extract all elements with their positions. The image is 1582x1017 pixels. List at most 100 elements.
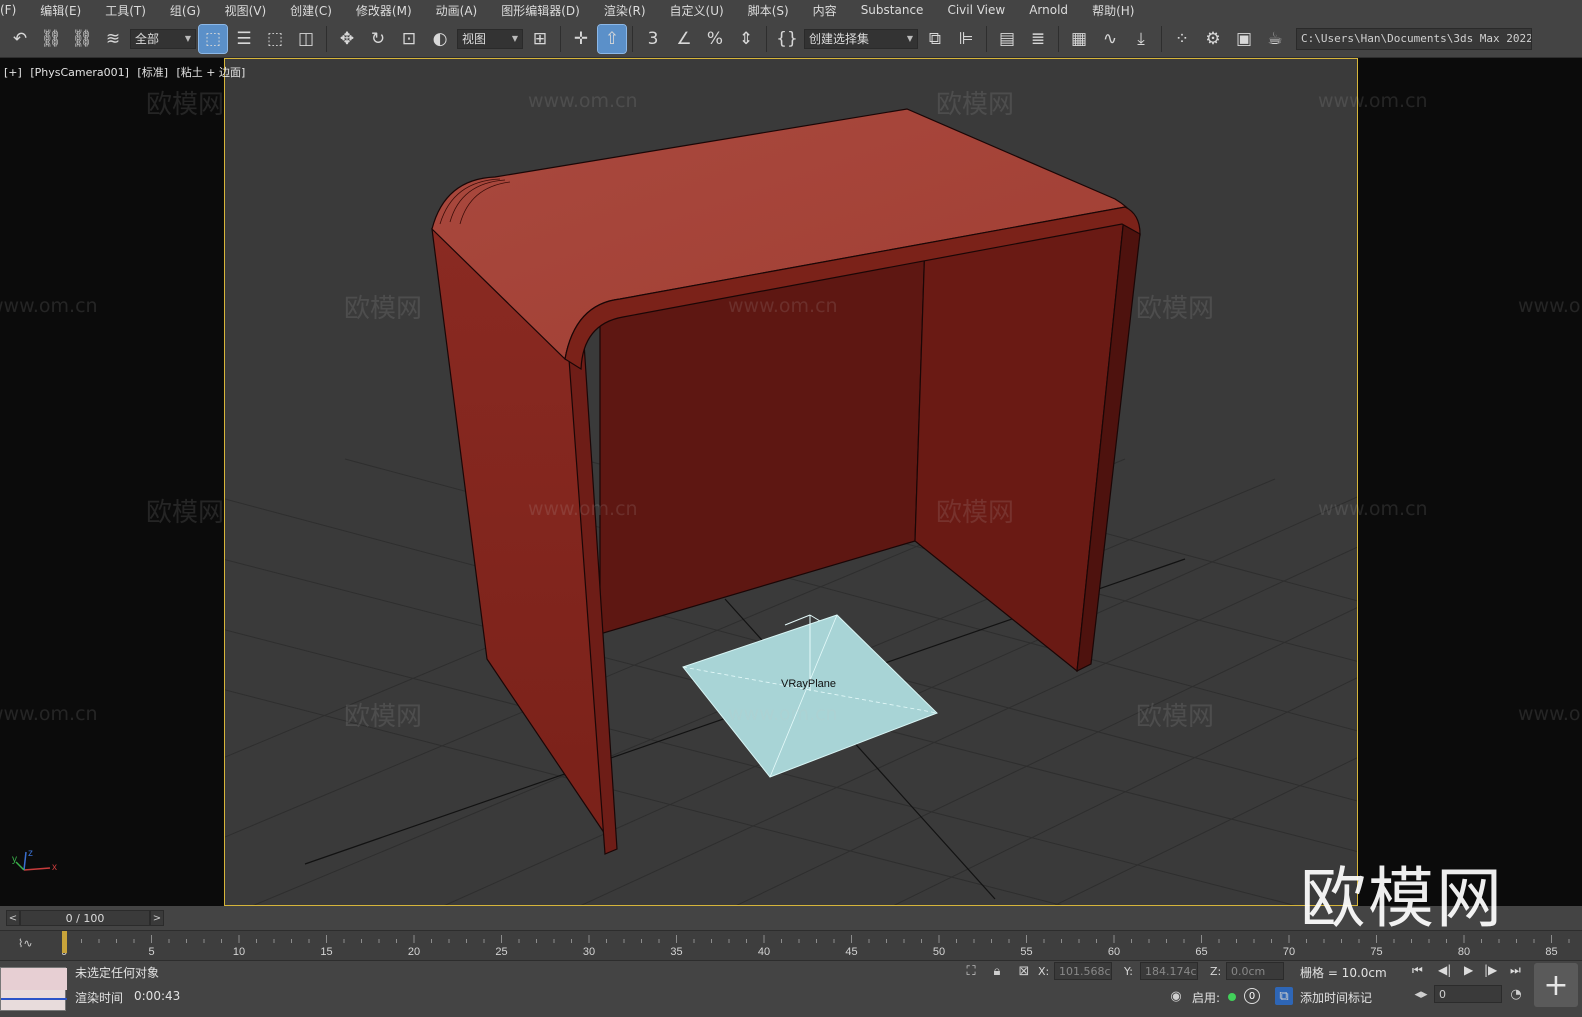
menu-graph-editors[interactable]: 图形编辑器(D) (489, 2, 592, 19)
watermark-url: www.om.cn (1518, 295, 1582, 317)
time-slider-thumb[interactable]: 0 / 100 (20, 910, 150, 926)
scene-explorer-icon[interactable]: ▤ (993, 25, 1021, 53)
current-frame-marker[interactable] (62, 931, 67, 953)
menu-customize[interactable]: 自定义(U) (658, 2, 736, 19)
current-frame-field[interactable]: 0 (1434, 985, 1502, 1003)
enable-counter[interactable]: 0 (1244, 988, 1260, 1004)
link-icon[interactable]: ⛓ (37, 25, 65, 53)
time-next-button[interactable]: > (150, 910, 164, 926)
coord-y-label: Y: (1124, 965, 1133, 978)
menu-animation[interactable]: 动画(A) (424, 2, 490, 19)
window-crossing-icon[interactable]: ◫ (292, 25, 320, 53)
move-icon[interactable]: ✥ (333, 25, 361, 53)
edit-named-selection-icon[interactable]: {} (773, 25, 801, 53)
grid-size-readout: 栅格 = 10.0cm (1300, 966, 1387, 980)
select-object-icon[interactable]: ⬚ (198, 23, 228, 54)
scene-canvas[interactable]: VRayPlane (225, 59, 1358, 906)
reference-coord-value: 视图 (462, 32, 487, 46)
rect-region-icon[interactable]: ⬚ (261, 25, 289, 53)
layer-explorer-icon[interactable]: ≣ (1024, 25, 1052, 53)
menu-rendering[interactable]: 渲染(R) (592, 2, 658, 19)
placement-icon[interactable]: ◐ (426, 25, 454, 53)
manipulate-icon[interactable]: ✛ (567, 25, 595, 53)
spinner-snap-icon[interactable]: ⇕ (732, 25, 760, 53)
viewport-display-mode[interactable]: [粘土 + 边面] (177, 66, 246, 79)
play-icon[interactable]: ▶ (1464, 963, 1473, 977)
absolute-transform-icon[interactable]: ⊠ (1015, 962, 1033, 980)
angle-snap-icon[interactable]: ∠ (670, 25, 698, 53)
key-mode-toggle-icon[interactable]: ◂▸ (1412, 985, 1430, 1003)
menu-substance[interactable]: Substance (849, 3, 936, 17)
status-bar: 未选定任何对象 渲染时间 0:00:43 ⛶ 🔒︎ ⊠ X: 101.568cm… (0, 960, 1582, 1017)
adaptive-degradation-icon[interactable]: ◉ (1167, 987, 1185, 1005)
unlink-icon[interactable]: ⛓ (68, 25, 96, 53)
time-config-icon[interactable]: ◔ (1507, 985, 1525, 1003)
menu-arnold[interactable]: Arnold (1017, 3, 1080, 17)
time-prev-button[interactable]: < (6, 910, 20, 926)
reference-coord-dropdown[interactable]: 视图 ▼ (457, 28, 523, 49)
named-selection-dropdown[interactable]: 创建选择集 ▼ (804, 28, 918, 49)
named-selection-value: 创建选择集 (809, 32, 870, 46)
goto-start-icon[interactable]: ⏮ (1412, 963, 1423, 978)
watermark-brand: 欧模网 (146, 90, 225, 120)
viewport[interactable]: [+] [PhysCamera001] [标准] [粘土 + 边面] VRayP… (0, 58, 1582, 906)
time-tag-icon[interactable]: ⧉ (1275, 987, 1293, 1005)
percent-snap-icon[interactable]: % (701, 25, 729, 53)
pivot-icon[interactable]: ⊞ (526, 25, 554, 53)
render-frame-icon[interactable]: ▣ (1230, 25, 1258, 53)
menu-scripting[interactable]: 脚本(S) (736, 2, 801, 19)
next-frame-icon[interactable]: |▶ (1484, 963, 1497, 977)
coord-x-field[interactable]: 101.568cm (1054, 962, 1112, 980)
menu-content[interactable]: 内容 (801, 2, 849, 19)
menu-file[interactable]: (F) (0, 3, 28, 17)
goto-end-icon[interactable]: ⏭ (1510, 963, 1521, 978)
lock-selection-icon[interactable]: 🔒︎ (988, 962, 1006, 980)
mini-curve-editor-icon[interactable]: ⌇∿ (18, 937, 42, 955)
undo-icon[interactable]: ↶ (6, 25, 34, 53)
selection-filter-dropdown[interactable]: 全部 ▼ (130, 28, 196, 49)
menu-group[interactable]: 组(G) (158, 2, 213, 19)
coord-y-field[interactable]: 184.174cm (1140, 962, 1198, 980)
render-setup-icon[interactable]: ⚙ (1199, 25, 1227, 53)
listener-output-line (1, 998, 67, 1000)
scale-icon[interactable]: ⊡ (395, 25, 423, 53)
menu-tools[interactable]: 工具(T) (93, 2, 158, 19)
ribbon-icon[interactable]: ▦ (1065, 25, 1093, 53)
toolbar-divider (560, 25, 561, 52)
menu-create[interactable]: 创建(C) (278, 2, 344, 19)
project-path-field[interactable]: C:\Users\Han\Documents\3ds Max 2022▼ (1296, 27, 1532, 50)
menu-bar: (F) 编辑(E) 工具(T) 组(G) 视图(V) 创建(C) 修改器(M) … (0, 0, 1582, 20)
vrayplane-object[interactable]: VRayPlane (682, 614, 938, 778)
menu-edit[interactable]: 编辑(E) (28, 2, 93, 19)
isolate-selection-icon[interactable]: ⛶ (962, 962, 980, 980)
menu-modifiers[interactable]: 修改器(M) (344, 2, 424, 19)
ruler-label: 5 (148, 946, 154, 958)
menu-help[interactable]: 帮助(H) (1080, 2, 1146, 19)
viewport-camera-label[interactable]: [PhysCamera001] (30, 66, 129, 79)
schematic-view-icon[interactable]: ⤓ (1127, 25, 1155, 53)
menu-views[interactable]: 视图(V) (213, 2, 279, 19)
bind-space-warp-icon[interactable]: ≋ (99, 25, 127, 53)
snap-toggle-icon[interactable]: 3 (639, 25, 667, 53)
watermark-url: www.om.cn (1518, 703, 1582, 725)
viewport-menu-plus[interactable]: [+] (4, 66, 22, 79)
ruler-label: 70 (1283, 946, 1295, 958)
mirror-icon[interactable]: ⧉ (921, 25, 949, 53)
keyboard-shortcut-override-icon[interactable]: ⇧ (597, 23, 627, 54)
add-time-tag-button[interactable]: 添加时间标记 (1300, 989, 1372, 1006)
toolbar-divider (986, 25, 987, 52)
prev-frame-icon[interactable]: ◀| (1438, 963, 1451, 977)
add-keyframe-button[interactable]: + (1534, 963, 1578, 1007)
viewport-shading-preset[interactable]: [标准] (137, 66, 168, 79)
watermark-url: www.om.cn (0, 295, 98, 317)
curve-editor-icon[interactable]: ∿ (1096, 25, 1124, 53)
menu-civil-view[interactable]: Civil View (935, 3, 1017, 17)
ruler-label: 45 (845, 946, 857, 958)
align-icon[interactable]: ⊫ (952, 25, 980, 53)
select-by-name-icon[interactable]: ☰ (230, 25, 258, 53)
maxscript-mini-listener[interactable] (0, 967, 67, 1011)
coord-z-field[interactable]: 0.0cm (1226, 962, 1284, 980)
material-editor-icon[interactable]: ⁘ (1168, 25, 1196, 53)
render-icon[interactable]: ☕ (1261, 25, 1289, 53)
rotate-icon[interactable]: ↻ (364, 25, 392, 53)
